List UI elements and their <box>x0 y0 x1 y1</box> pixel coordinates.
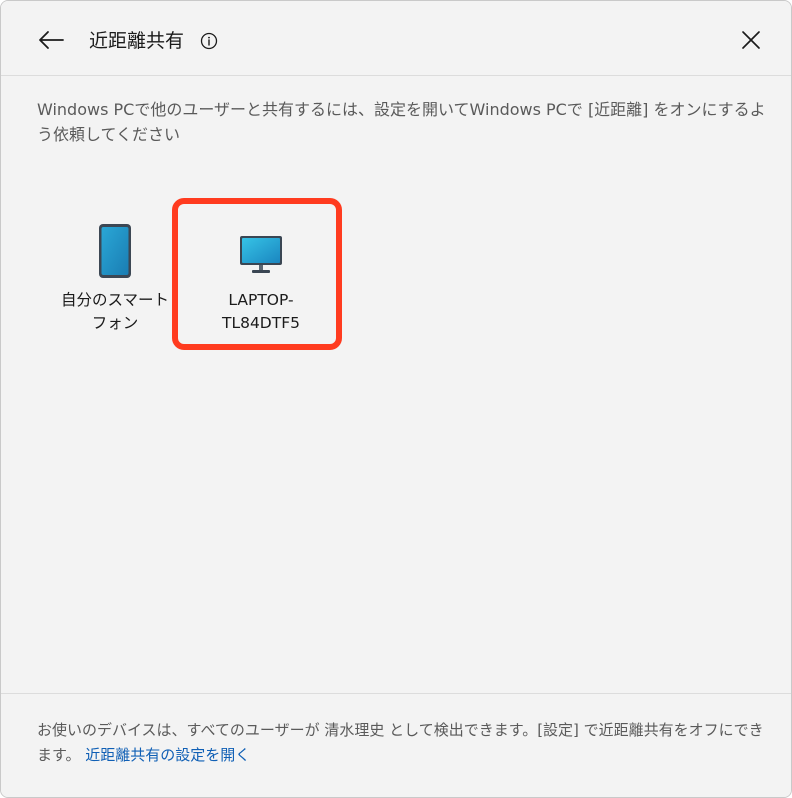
instructions-text: Windows PCで他のユーザーと共有するには、設定を開いてWindows P… <box>37 100 766 144</box>
device-label-line2: フォン <box>91 314 139 332</box>
monitor-icon <box>240 236 282 273</box>
close-button[interactable] <box>731 23 771 57</box>
back-button[interactable] <box>31 23 71 57</box>
title-bar: 近距離共有 <box>1 1 791 76</box>
smartphone-icon <box>99 224 131 278</box>
open-settings-link[interactable]: 近距離共有の設定を開く <box>85 746 250 764</box>
arrow-left-icon <box>39 31 64 49</box>
close-icon <box>742 31 760 49</box>
nearby-share-dialog: 近距離共有 Windows PCで他のユーザーと共有するには、設定を開いてWin… <box>0 0 792 798</box>
footer-text: お使いのデバイスは、すべてのユーザーが 清水理史 として検出できます。[設定] … <box>37 718 777 768</box>
info-icon[interactable] <box>199 31 219 51</box>
page-title: 近距離共有 <box>89 30 185 52</box>
footer: お使いのデバイスは、すべてのユーザーが 清水理史 として検出できます。[設定] … <box>1 693 791 797</box>
device-label-line2: TL84DTF5 <box>221 314 300 332</box>
